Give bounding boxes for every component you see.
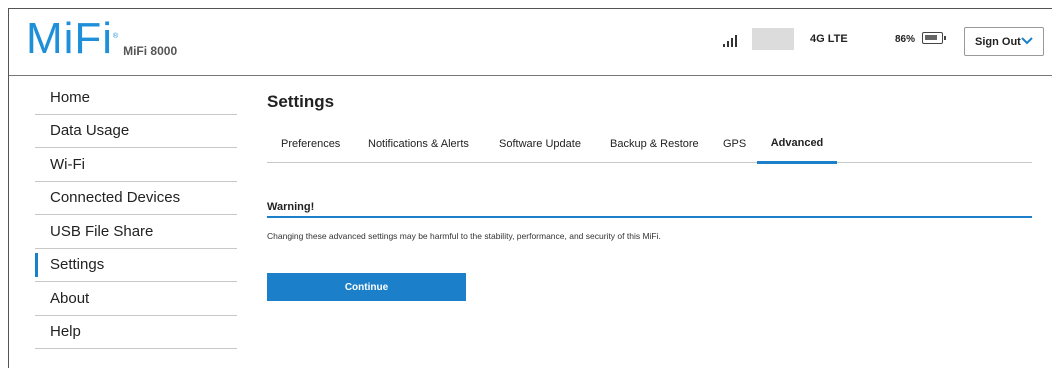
sidebar-item-usb-file-share[interactable]: USB File Share: [35, 215, 237, 249]
sidebar-item-label: USB File Share: [50, 222, 154, 240]
sidebar-item-connected-devices[interactable]: Connected Devices: [35, 182, 237, 215]
sign-out-button[interactable]: Sign Out: [964, 27, 1044, 56]
tab-notifications-alerts[interactable]: Notifications & Alerts: [368, 125, 469, 163]
warning-title: Warning!: [267, 201, 315, 213]
tab-software-update[interactable]: Software Update: [499, 125, 581, 163]
logo: MiFi ® MiFi 8000: [26, 17, 177, 61]
sidebar-item-settings[interactable]: Settings: [35, 249, 237, 282]
warning-message: Changing these advanced settings may be …: [267, 231, 661, 241]
sidebar-item-label: Settings: [50, 256, 105, 274]
battery-fill: [925, 35, 937, 40]
sidebar-item-label: Wi-Fi: [50, 155, 85, 173]
sidebar-item-label: Help: [50, 323, 81, 341]
sign-out-label: Sign Out: [975, 35, 1021, 48]
sidebar-item-help[interactable]: Help: [35, 316, 237, 349]
settings-tabs: Preferences Notifications & Alerts Softw…: [267, 125, 1032, 164]
sidebar-item-wifi[interactable]: Wi-Fi: [35, 148, 237, 182]
sidebar-item-data-usage[interactable]: Data Usage: [35, 115, 237, 148]
sidebar-item-label: Data Usage: [50, 122, 130, 140]
warning-divider: [267, 216, 1032, 218]
sidebar-item-home[interactable]: Home: [35, 81, 237, 115]
signal-bars-icon: [723, 33, 741, 47]
carrier-logo: [752, 28, 794, 50]
battery-icon: [922, 32, 946, 44]
sidebar-nav: Home Data Usage Wi-Fi Connected Devices …: [35, 81, 237, 349]
tab-backup-restore[interactable]: Backup & Restore: [610, 125, 699, 163]
continue-button[interactable]: Continue: [267, 273, 466, 301]
sidebar-item-label: Connected Devices: [50, 189, 181, 207]
tab-gps[interactable]: GPS: [723, 125, 746, 163]
logo-mark: MiFi ®: [26, 14, 120, 63]
chevron-down-icon: [1021, 37, 1033, 45]
device-model: MiFi 8000: [123, 44, 178, 58]
tab-preferences[interactable]: Preferences: [281, 125, 340, 163]
page-title: Settings: [267, 92, 335, 111]
sidebar-item-label: About: [50, 289, 90, 307]
battery-percent: 86%: [895, 34, 916, 45]
sidebar-item-label: Home: [50, 88, 91, 106]
tab-advanced[interactable]: Advanced: [757, 125, 837, 164]
network-type: 4G LTE: [810, 33, 848, 45]
sidebar-item-about[interactable]: About: [35, 282, 237, 316]
